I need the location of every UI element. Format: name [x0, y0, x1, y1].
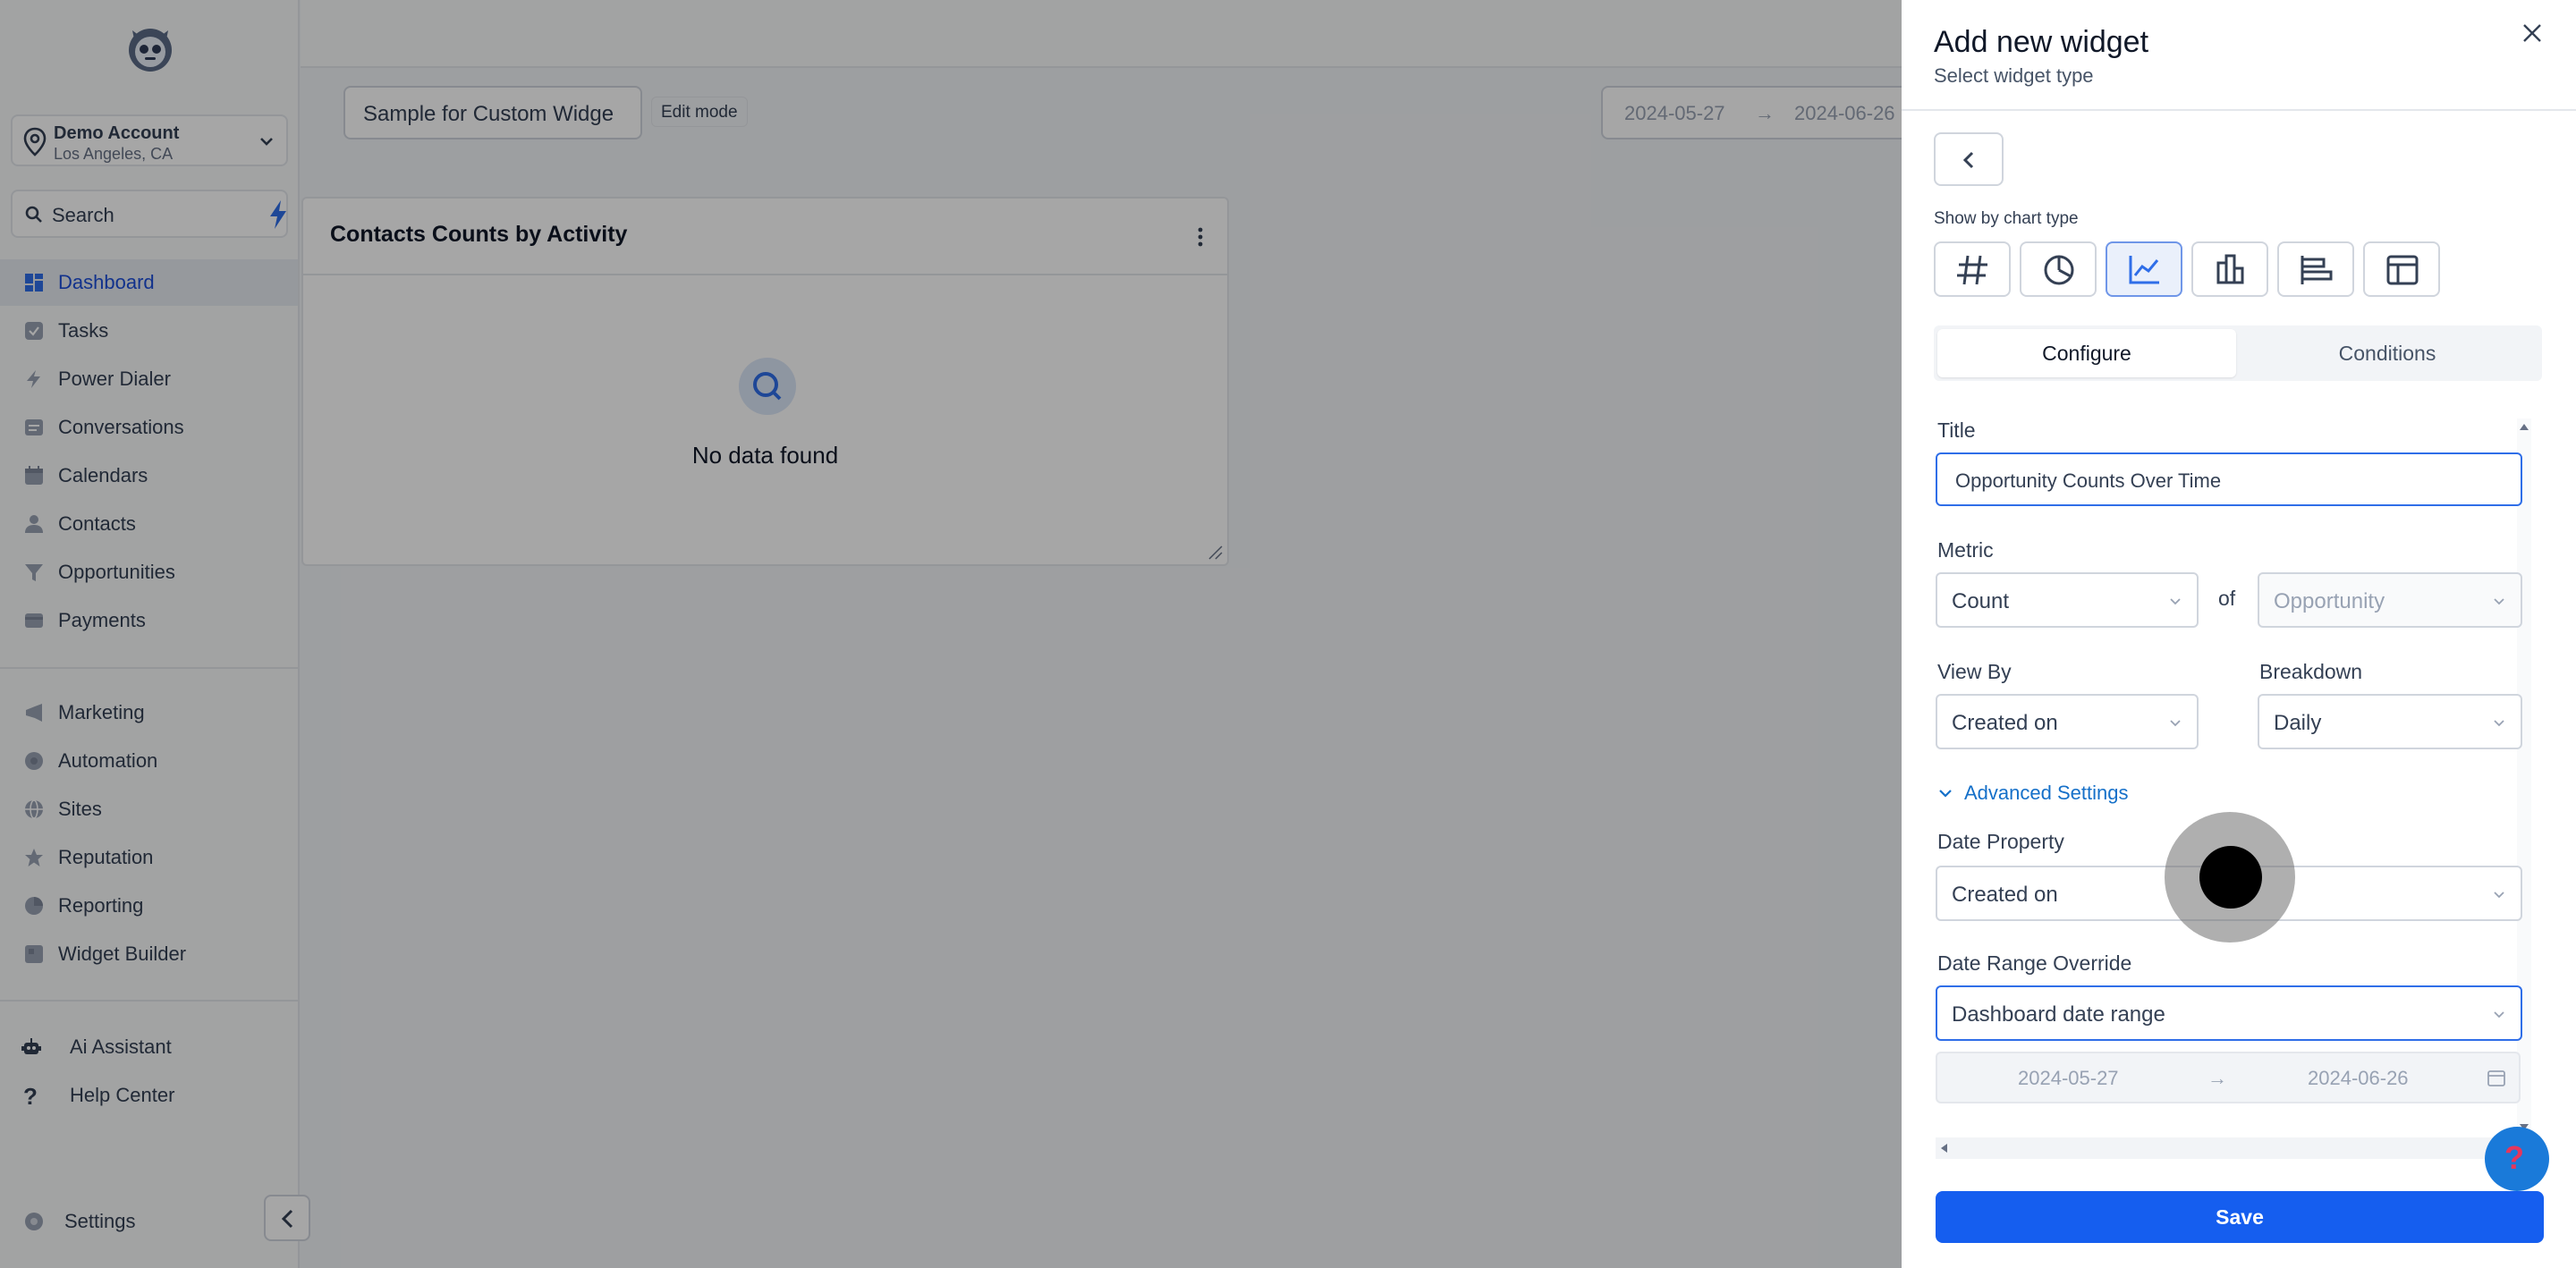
breakdown-label: Breakdown — [2259, 660, 2363, 683]
calendar-icon — [2487, 1070, 2505, 1086]
date-property-label: Date Property — [1937, 830, 2064, 853]
chevron-down-icon — [2494, 720, 2504, 727]
cursor-dot — [2199, 846, 2262, 909]
arrow-right-icon: → — [2207, 1067, 2227, 1089]
chart-type-line[interactable] — [2106, 241, 2182, 297]
breakdown-value: Daily — [2274, 711, 2322, 735]
close-icon[interactable] — [2521, 21, 2544, 45]
title-label: Title — [1937, 418, 1976, 442]
metric-object-value: Opportunity — [2274, 589, 2385, 613]
bar-chart-icon — [2216, 254, 2244, 284]
hash-icon — [1957, 255, 1987, 285]
drawer-title: Add new widget — [1934, 25, 2149, 59]
metric-label: Metric — [1937, 538, 1994, 562]
chevron-down-icon — [1939, 790, 1952, 798]
date-range-override-value: Dashboard date range — [1952, 1002, 2165, 1027]
view-by-value: Created on — [1952, 711, 2058, 735]
chart-type-bar[interactable] — [2191, 241, 2268, 297]
chart-type-horizontal-bar[interactable] — [2277, 241, 2354, 297]
tab-conditions[interactable]: Conditions — [2238, 329, 2537, 377]
breakdown-select[interactable]: Daily — [2258, 694, 2522, 749]
advanced-settings-label: Advanced Settings — [1964, 782, 2129, 804]
line-chart-icon — [2129, 256, 2159, 284]
range-to: 2024-06-26 — [2308, 1067, 2409, 1089]
pie-chart-icon — [2044, 255, 2074, 285]
view-by-label: View By — [1937, 660, 2012, 683]
date-range-override-label: Date Range Override — [1937, 951, 2132, 975]
override-date-range-picker[interactable]: 2024-05-27 → 2024-06-26 — [1936, 1052, 2521, 1103]
title-input[interactable]: Opportunity Counts Over Time — [1936, 452, 2522, 506]
chevron-down-icon — [2494, 598, 2504, 605]
save-button[interactable]: Save — [1936, 1191, 2544, 1243]
date-range-override-select[interactable]: Dashboard date range — [1936, 985, 2522, 1041]
date-property-value: Created on — [1952, 883, 2058, 907]
drawer-subtitle: Select widget type — [1934, 64, 2094, 87]
config-tabs: Configure Conditions — [1934, 325, 2542, 381]
chart-type-number[interactable] — [1934, 241, 2011, 297]
chart-type-label: Show by chart type — [1934, 209, 2079, 228]
horizontal-bar-chart-icon — [2301, 256, 2333, 284]
metric-value: Count — [1952, 589, 2010, 613]
chart-type-table[interactable] — [2363, 241, 2440, 297]
chevron-down-icon — [2494, 892, 2504, 899]
metric-select[interactable]: Count — [1936, 572, 2199, 628]
range-from: 2024-05-27 — [2018, 1067, 2119, 1089]
back-button[interactable] — [1934, 132, 2004, 186]
of-label: of — [2218, 587, 2236, 610]
horizontal-scrollbar[interactable] — [1936, 1137, 2533, 1159]
drawer-divider — [1902, 109, 2576, 111]
chevron-down-icon — [2170, 598, 2181, 605]
chevron-left-icon — [1962, 151, 1974, 169]
chevron-down-icon — [2170, 720, 2181, 727]
help-button[interactable]: ? — [2485, 1127, 2549, 1191]
tab-configure[interactable]: Configure — [1937, 329, 2236, 377]
question-icon: ? — [2504, 1139, 2524, 1176]
table-icon — [2386, 255, 2419, 285]
chart-type-pie[interactable] — [2020, 241, 2097, 297]
metric-object-select[interactable]: Opportunity — [2258, 572, 2522, 628]
chevron-down-icon — [2494, 1011, 2504, 1019]
view-by-select[interactable]: Created on — [1936, 694, 2199, 749]
